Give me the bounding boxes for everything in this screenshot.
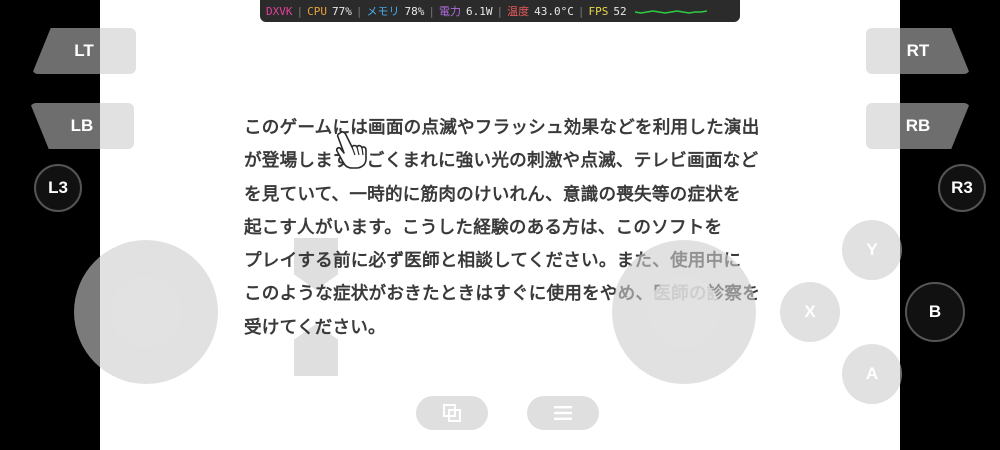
hud-fps-value: 52 [613, 4, 627, 18]
y-button[interactable]: Y [842, 220, 902, 280]
window-switch-icon [443, 404, 461, 422]
warning-line: が登場します。ごくまれに強い光の刺激や点滅、テレビ画面など [244, 151, 759, 172]
hud-fps-label: FPS [588, 4, 609, 18]
hud-api-label: DXVK [266, 4, 293, 18]
hud-mem-value: 78% [404, 4, 425, 18]
a-button[interactable]: A [842, 344, 902, 404]
fps-graph [634, 10, 707, 14]
hud-temp-label: 温度 [507, 5, 530, 18]
right-analog-stick[interactable] [612, 240, 756, 384]
left-stick-knob[interactable] [110, 276, 182, 348]
hud-temp-value: 43.0°C [534, 4, 574, 18]
hud-cpu-label: CPU [307, 4, 327, 18]
hud-power-label: 電力 [439, 5, 461, 18]
hud-mem-label: メモリ [366, 5, 400, 18]
warning-line: を見ていて、一時的に筋肉のけいれん、意識の喪失等の症状を [244, 184, 741, 205]
l3-button[interactable]: L3 [34, 164, 82, 212]
hand-pointer-icon [335, 131, 367, 169]
r3-button[interactable]: R3 [938, 164, 986, 212]
x-button[interactable]: X [780, 282, 840, 342]
hamburger-menu-icon [554, 406, 572, 420]
performance-overlay: DXVK | CPU 77% | メモリ 78% | 電力 6.1W | 温度 … [260, 0, 740, 22]
left-analog-stick[interactable] [74, 240, 218, 384]
hud-power-value: 6.1W [466, 4, 493, 18]
right-stick-knob[interactable] [648, 276, 720, 348]
b-button[interactable]: B [905, 282, 965, 342]
menu-button[interactable] [527, 396, 599, 430]
warning-line: このゲームには画面の点滅やフラッシュ効果などを利用した演出 [244, 118, 760, 138]
window-switch-button[interactable] [416, 396, 488, 430]
hud-cpu-value: 77% [332, 4, 352, 18]
